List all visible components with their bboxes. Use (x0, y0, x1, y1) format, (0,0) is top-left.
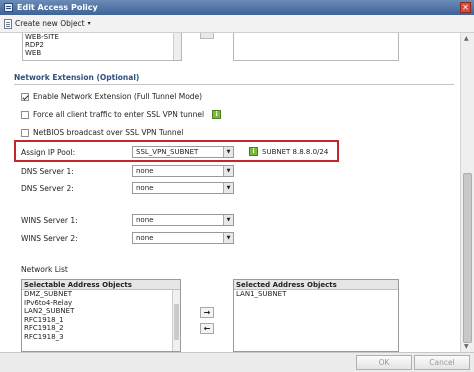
chevron-down-icon[interactable]: ▼ (223, 166, 233, 176)
force-traffic-label: Force all client traffic to enter SSL VP… (33, 110, 205, 119)
list-item[interactable]: RFC1918_3 (22, 333, 180, 342)
list-item[interactable]: RFC1918_1 (22, 316, 180, 325)
dns1-label: DNS Server 1: (21, 167, 74, 176)
wins2-value: none (136, 234, 154, 242)
new-object-icon (4, 18, 12, 29)
info-icon[interactable]: i (249, 147, 258, 156)
force-traffic-option[interactable]: Force all client traffic to enter SSL VP… (21, 110, 222, 119)
selected-list-header: Selected Address Objects (234, 280, 398, 290)
netbios-option[interactable]: NetBIOS broadcast over SSL VPN Tunnel (21, 128, 183, 137)
dns2-label: DNS Server 2: (21, 184, 74, 193)
ip-pool-select[interactable]: SSL_VPN_SUBNET ▼ (132, 146, 234, 158)
chevron-down-icon[interactable]: ▼ (223, 147, 233, 157)
ok-button[interactable]: OK (356, 355, 412, 370)
create-new-object-button[interactable]: Create new Object ▾ (4, 18, 91, 29)
close-button[interactable]: ✕ (460, 2, 471, 13)
toolbar: Create new Object ▾ (0, 15, 474, 33)
selectable-list-header: Selectable Address Objects (22, 280, 180, 290)
ip-pool-info: i SUBNET 8.8.8.0/24 (249, 147, 328, 156)
chevron-down-icon[interactable]: ▼ (223, 233, 233, 243)
selected-address-list[interactable]: Selected Address Objects LAN1_SUBNET (233, 279, 399, 352)
list-item[interactable]: WEB-SITE (23, 33, 181, 41)
dns2-value: none (136, 184, 154, 192)
list-item[interactable]: IPv6to4-Relay (22, 299, 180, 308)
list-item[interactable]: LAN1_SUBNET (234, 290, 398, 299)
network-list-label: Network List (21, 265, 68, 274)
list-item[interactable]: RDP2 (23, 41, 181, 49)
chevron-down-icon[interactable]: ▼ (223, 183, 233, 193)
main-scrollbar[interactable]: ▲ ▼ (460, 33, 474, 352)
title-bar: Edit Access Policy ✕ (0, 0, 474, 15)
ip-pool-value: SSL_VPN_SUBNET (136, 148, 199, 156)
dns1-value: none (136, 167, 154, 175)
ip-pool-label: Assign IP Pool: (21, 148, 76, 157)
force-traffic-checkbox[interactable] (21, 110, 29, 119)
list-scrollbar[interactable] (172, 290, 180, 351)
chevron-down-icon[interactable]: ▼ (223, 215, 233, 225)
list-scrollbar[interactable] (173, 33, 181, 60)
wins1-value: none (136, 216, 154, 224)
add-arrow-button[interactable]: → (200, 307, 214, 318)
wins1-label: WINS Server 1: (21, 216, 78, 225)
top-object-list[interactable]: WEB-SITE RDP2 WEB (22, 33, 182, 61)
wins2-select[interactable]: none ▼ (132, 232, 234, 244)
cancel-button[interactable]: Cancel (414, 355, 470, 370)
move-button[interactable] (200, 33, 214, 39)
top-selected-list[interactable] (233, 33, 399, 61)
remove-arrow-button[interactable]: ← (200, 323, 214, 334)
dns2-select[interactable]: none ▼ (132, 182, 234, 194)
scrollbar-thumb[interactable] (463, 173, 472, 343)
dns1-select[interactable]: none ▼ (132, 165, 234, 177)
section-title: Network Extension (Optional) (14, 73, 454, 85)
wins2-label: WINS Server 2: (21, 234, 78, 243)
window-title: Edit Access Policy (17, 3, 98, 12)
enable-network-extension-checkbox[interactable] (21, 92, 29, 101)
dialog-footer: OK Cancel (0, 352, 474, 372)
create-new-object-label: Create new Object (15, 19, 85, 28)
enable-network-extension-option[interactable]: Enable Network Extension (Full Tunnel Mo… (21, 92, 202, 101)
enable-network-extension-label: Enable Network Extension (Full Tunnel Mo… (33, 92, 203, 101)
wins1-select[interactable]: none ▼ (132, 214, 234, 226)
list-item[interactable]: DMZ_SUBNET (22, 290, 180, 299)
chevron-down-icon: ▾ (87, 20, 91, 27)
window-icon (4, 3, 13, 12)
netbios-checkbox[interactable] (21, 128, 29, 137)
scroll-down-icon[interactable]: ▼ (464, 343, 469, 350)
netbios-label: NetBIOS broadcast over SSL VPN Tunnel (33, 128, 184, 137)
list-item[interactable]: RFC1918_2 (22, 324, 180, 333)
list-item[interactable]: LAN2_SUBNET (22, 307, 180, 316)
list-item[interactable]: WEB (23, 49, 181, 57)
ip-pool-subnet-text: SUBNET 8.8.8.0/24 (262, 147, 329, 156)
info-icon[interactable]: i (212, 110, 222, 119)
selectable-address-list[interactable]: Selectable Address Objects DMZ_SUBNET IP… (21, 279, 181, 352)
scroll-up-icon[interactable]: ▲ (464, 35, 469, 42)
scrollbar-thumb[interactable] (174, 304, 179, 340)
